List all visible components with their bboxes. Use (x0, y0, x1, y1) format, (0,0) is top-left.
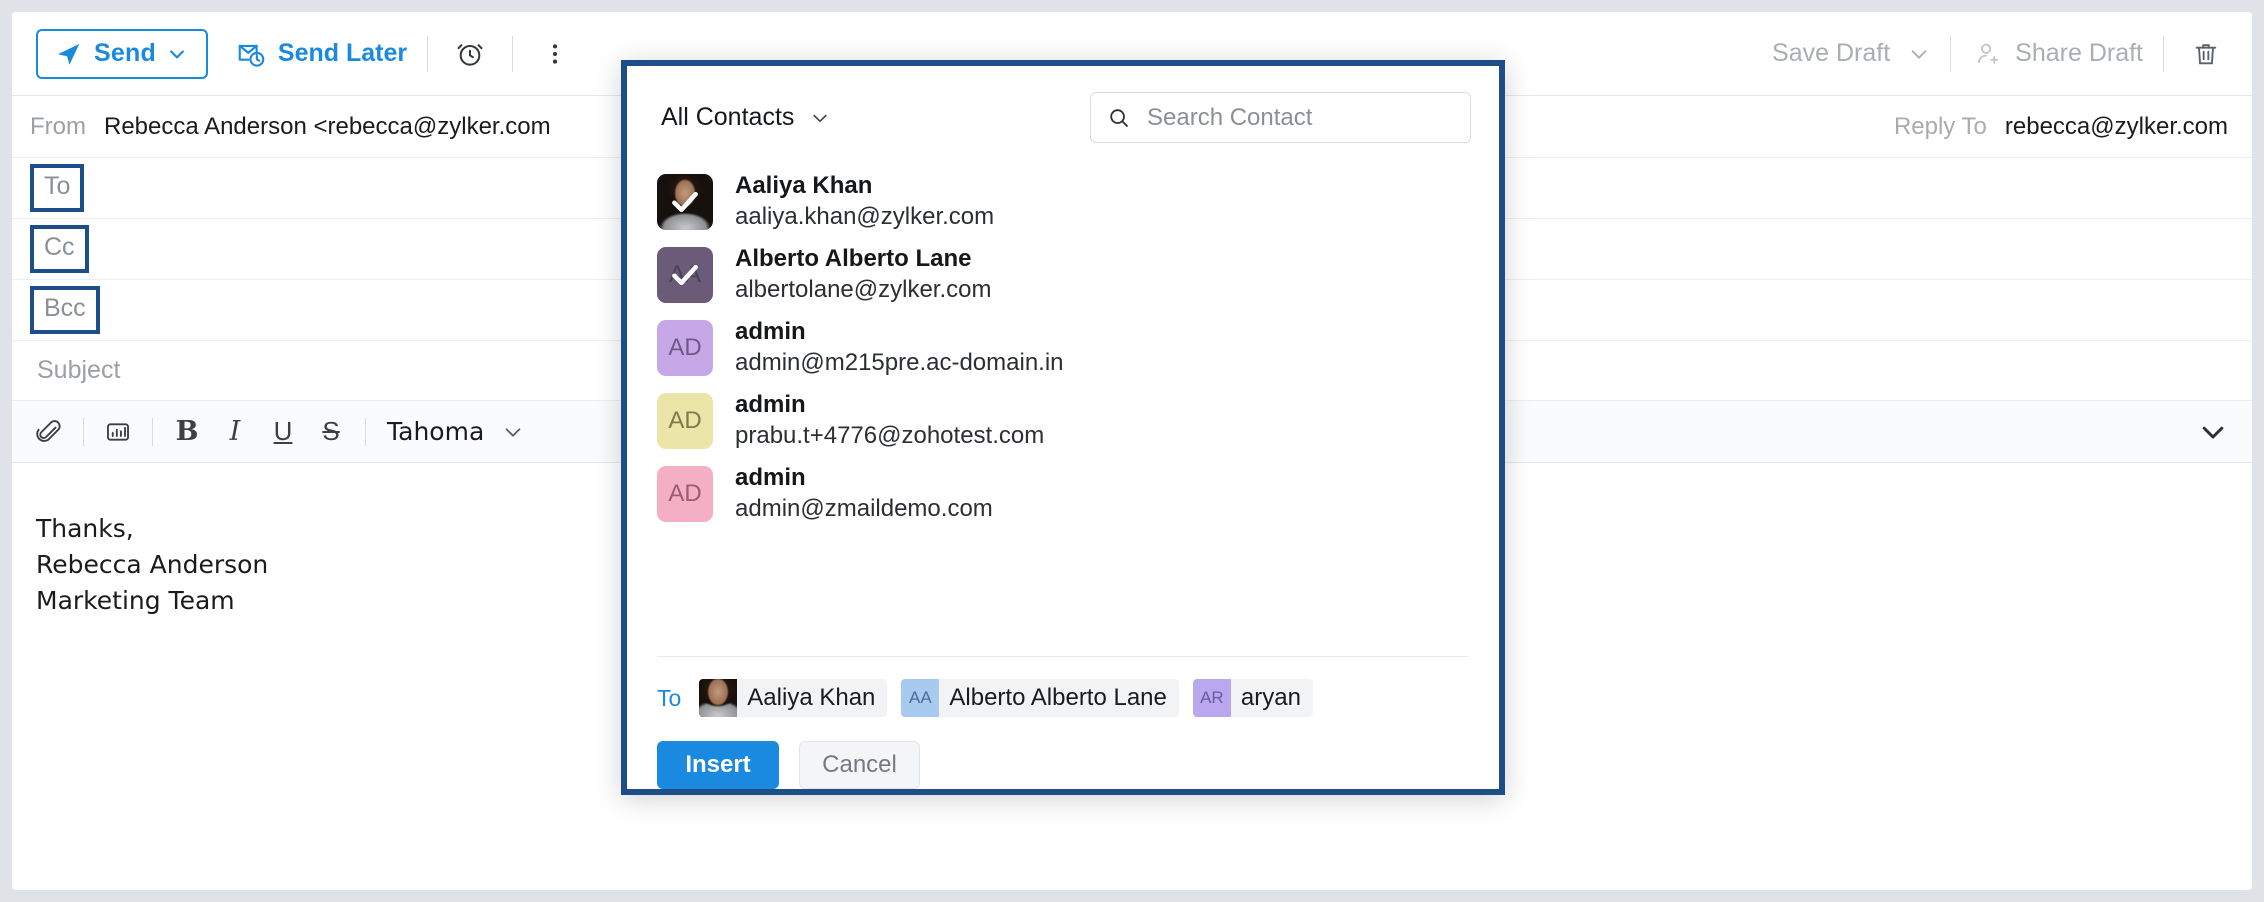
underline-button[interactable]: U (260, 409, 306, 455)
compose-window: Send Send Later Save Draft Share Draft F… (12, 12, 2252, 890)
chip-avatar: AR (1192, 679, 1231, 717)
search-contact-box[interactable]: Search Contact (1090, 92, 1471, 143)
contact-name: Alberto Alberto Lane (735, 244, 972, 272)
contact-info: admin prabu.t+4776@zohotest.com (735, 390, 1044, 451)
chip-avatar: AA (901, 679, 940, 717)
reply-to-block: Reply To rebecca@zylker.com (1894, 96, 2228, 157)
subject-input[interactable]: Subject (30, 356, 120, 385)
contact-info: admin admin@zmaildemo.com (735, 463, 993, 524)
fmt-divider-2 (152, 417, 153, 446)
send-button[interactable]: Send (36, 28, 208, 79)
chips-to-label: To (657, 684, 682, 711)
bcc-label[interactable]: Bcc (30, 286, 100, 334)
selected-recipients-bar: To Aaliya Khan AA Alberto Alberto Lane A… (657, 656, 1469, 717)
cc-label[interactable]: Cc (30, 225, 89, 273)
contact-name: admin (735, 390, 806, 418)
contact-info: admin admin@m215pre.ac-domain.in (735, 317, 1064, 378)
alarm-clock-icon[interactable] (448, 32, 492, 76)
chevron-down-icon (810, 108, 830, 128)
contact-name: admin (735, 463, 806, 491)
recipient-chip[interactable]: AR aryan (1192, 679, 1313, 717)
toolbar-divider-3 (1950, 35, 1952, 72)
contact-email: albertolane@zylker.com (735, 275, 992, 303)
checkmark-icon (657, 247, 713, 303)
from-label: From (30, 112, 86, 140)
contact-info: Aaliya Khan aaliya.khan@zylker.com (735, 171, 994, 232)
save-draft-label: Save Draft (1772, 39, 1891, 67)
send-icon (55, 40, 83, 68)
checkmark-icon (657, 174, 713, 230)
toolbar-divider-4 (2163, 35, 2164, 72)
avatar-initials: AD (668, 333, 702, 361)
strikethrough-button[interactable]: S (308, 409, 354, 455)
chip-label: Aaliya Khan (747, 684, 876, 711)
contacts-filter-dropdown[interactable]: All Contacts (657, 97, 834, 138)
avatar: AA (657, 246, 713, 303)
recipient-chip[interactable]: AA Alberto Alberto Lane (901, 679, 1179, 717)
contact-list-item[interactable]: AA Alberto Alberto Lane albertolane@zylk… (657, 238, 1469, 311)
contact-list: Aaliya Khan aaliya.khan@zylker.com AA Al… (627, 165, 1499, 656)
fmt-divider-3 (365, 417, 366, 446)
avatar: AD (657, 319, 713, 376)
avatar (657, 173, 713, 230)
contact-email: admin@m215pre.ac-domain.in (735, 348, 1064, 376)
contact-name: Aaliya Khan (735, 171, 873, 199)
share-draft-label: Share Draft (2015, 39, 2143, 67)
search-contact-input[interactable]: Search Contact (1147, 104, 1312, 132)
chevron-down-icon[interactable] (496, 421, 530, 443)
avatar-initials: AD (668, 406, 702, 434)
contact-name: admin (735, 317, 806, 345)
dialog-header: All Contacts Search Contact (627, 66, 1499, 143)
contact-email: aaliya.khan@zylker.com (735, 202, 995, 230)
chevron-down-icon[interactable] (1908, 43, 1930, 65)
toolbar-divider (427, 35, 429, 72)
paperclip-icon[interactable] (26, 409, 72, 455)
contacts-filter-label: All Contacts (661, 103, 795, 131)
send-later-icon (236, 39, 266, 69)
contact-email: admin@zmaildemo.com (735, 494, 993, 522)
contact-list-item[interactable]: Aaliya Khan aaliya.khan@zylker.com (657, 165, 1469, 238)
recipient-chip[interactable]: Aaliya Khan (699, 679, 888, 717)
fmt-divider-1 (83, 417, 84, 446)
search-icon (1107, 106, 1131, 130)
chip-label: Alberto Alberto Lane (949, 684, 1167, 711)
italic-button[interactable]: I (212, 409, 258, 455)
reply-to-value[interactable]: rebecca@zylker.com (2005, 113, 2228, 141)
send-later-button[interactable]: Send Later (236, 39, 407, 69)
contact-email: prabu.t+4776@zohotest.com (735, 421, 1045, 449)
send-label: Send (94, 39, 156, 67)
trash-icon[interactable] (2184, 32, 2228, 76)
chip-label: aryan (1240, 684, 1301, 711)
send-later-label: Send Later (277, 39, 408, 67)
collapse-toolbar-icon[interactable] (2190, 409, 2236, 455)
more-vertical-icon[interactable] (533, 32, 577, 76)
share-draft-button[interactable]: Share Draft (1975, 39, 2143, 68)
contact-list-item[interactable]: AD admin prabu.t+4776@zohotest.com (657, 384, 1469, 457)
toolbar-divider-2 (512, 35, 514, 72)
contact-picker-dialog: All Contacts Search Contact Aaliya Khan … (621, 60, 1505, 795)
to-label[interactable]: To (30, 164, 85, 212)
font-family-select[interactable]: Tahoma (377, 417, 494, 446)
cancel-button[interactable]: Cancel (799, 741, 920, 789)
chevron-down-icon[interactable] (167, 44, 187, 64)
contact-info: Alberto Alberto Lane albertolane@zylker.… (735, 244, 991, 305)
insert-button[interactable]: Insert (657, 741, 779, 789)
avatar: AD (657, 465, 713, 522)
contact-list-item[interactable]: AD admin admin@m215pre.ac-domain.in (657, 311, 1469, 384)
add-person-icon (1975, 40, 2003, 68)
insert-image-icon[interactable] (95, 409, 141, 455)
save-draft-button[interactable]: Save Draft (1772, 39, 1930, 68)
chip-avatar (699, 679, 738, 717)
reply-to-label: Reply To (1893, 112, 1987, 140)
dialog-actions: Insert Cancel (627, 717, 1499, 789)
contact-list-item[interactable]: AD admin admin@zmaildemo.com (657, 457, 1469, 530)
from-value[interactable]: Rebecca Anderson <rebecca@zylker.com (104, 113, 551, 141)
avatar: AD (657, 392, 713, 449)
avatar-initials: AD (668, 479, 702, 507)
bold-button[interactable]: B (164, 409, 210, 455)
